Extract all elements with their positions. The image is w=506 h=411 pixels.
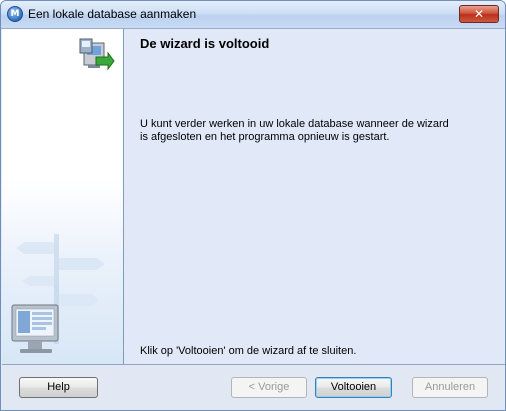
computer-with-green-arrow-icon xyxy=(79,38,115,71)
title-bar[interactable]: M Een lokale database aanmaken ✕ xyxy=(1,1,505,29)
window-title: Een lokale database aanmaken xyxy=(28,7,197,21)
monitor-illustration xyxy=(11,304,59,353)
wizard-content: De wizard is voltooid U kunt verder werk… xyxy=(124,29,505,364)
finish-button[interactable]: Voltooien xyxy=(315,377,392,398)
wizard-window: M Een lokale database aanmaken ✕ De wiza… xyxy=(0,0,506,411)
help-button[interactable]: Help xyxy=(19,377,98,398)
completion-message: U kunt verder werken in uw lokale databa… xyxy=(140,118,480,144)
message-line-1: U kunt verder werken in uw lokale databa… xyxy=(140,118,449,130)
cancel-button[interactable]: Annuleren xyxy=(412,377,488,398)
previous-button[interactable]: < Vorige xyxy=(231,377,307,398)
message-line-2: is afgesloten en het programma opnieuw i… xyxy=(140,131,390,143)
close-button[interactable]: ✕ xyxy=(459,5,499,23)
app-icon: M xyxy=(7,6,23,22)
wizard-sidebar xyxy=(2,29,123,364)
page-title: De wizard is voltooid xyxy=(140,36,270,51)
finish-instruction: Klik op 'Voltooien' om de wizard af te s… xyxy=(140,345,357,357)
